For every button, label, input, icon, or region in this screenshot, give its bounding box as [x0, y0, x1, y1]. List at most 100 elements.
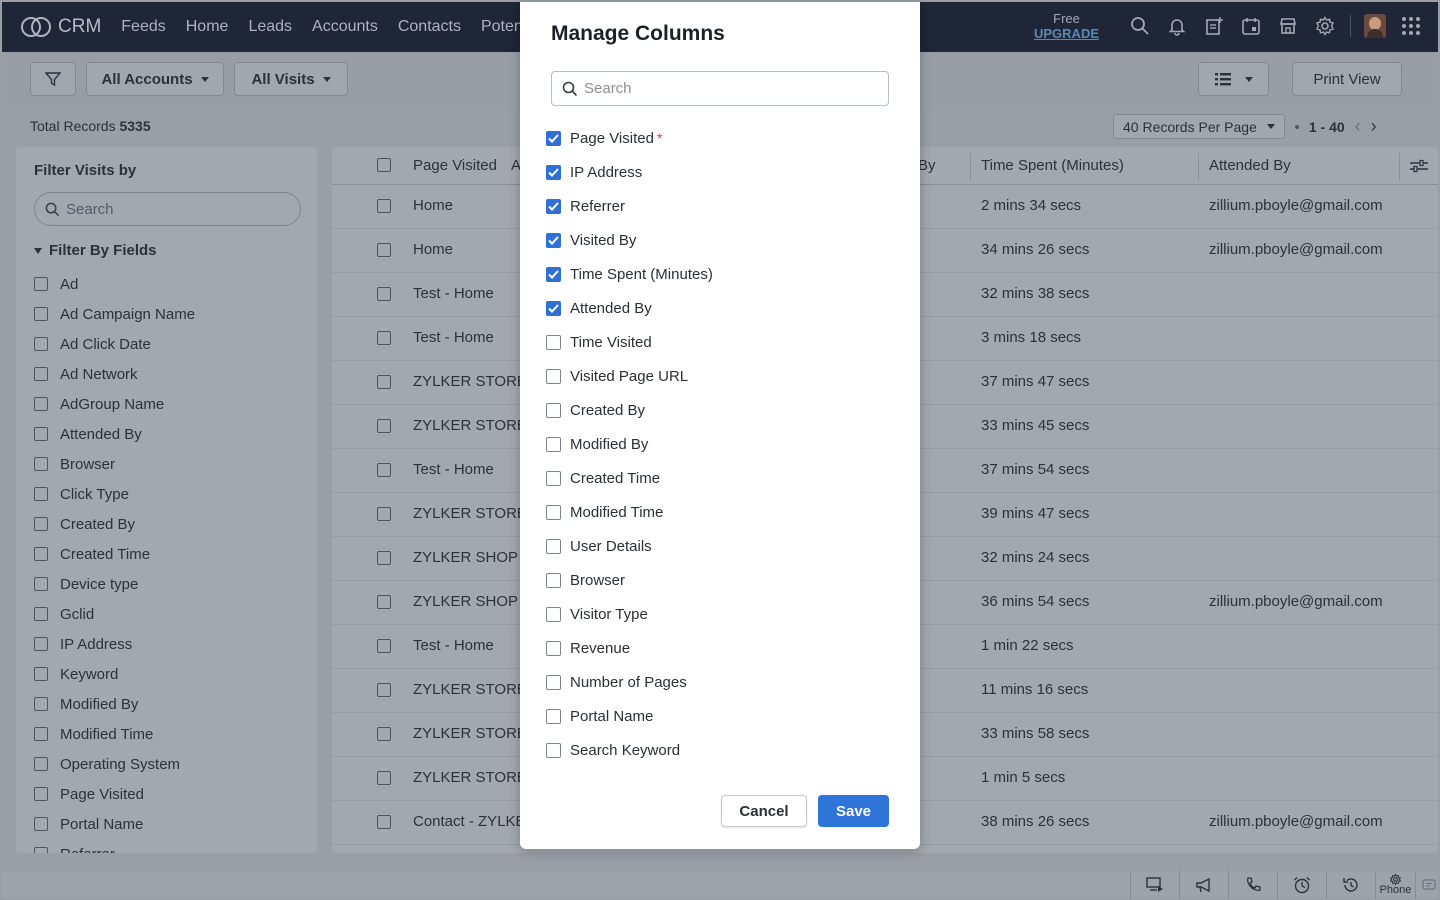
filter-field-ad[interactable]: Ad — [34, 269, 195, 299]
column-search-input[interactable] — [584, 80, 874, 97]
unchecked-checkbox[interactable] — [546, 436, 561, 452]
filter-by-fields-toggle[interactable]: Filter By Fields — [34, 242, 157, 259]
filter-field-operating-system[interactable]: Operating System — [34, 749, 195, 779]
bell-icon[interactable] — [1165, 14, 1189, 38]
column-search-field[interactable] — [551, 71, 889, 106]
row-checkbox[interactable] — [377, 331, 391, 345]
column-option-page-visited[interactable]: Page Visited * — [546, 121, 713, 155]
filter-field-click-type[interactable]: Click Type — [34, 479, 195, 509]
cell-page-visited[interactable]: ZYLKER SHOP - — [413, 593, 527, 610]
cell-page-visited[interactable]: Test - Home — [413, 329, 494, 346]
row-checkbox[interactable] — [377, 815, 391, 829]
filter-field-checkbox[interactable] — [34, 787, 48, 801]
filter-toggle-button[interactable] — [30, 62, 76, 96]
filter-field-checkbox[interactable] — [34, 277, 48, 291]
filter-field-referrer[interactable]: Referrer — [34, 839, 195, 853]
column-option-revenue[interactable]: Revenue — [546, 631, 713, 665]
filter-field-checkbox[interactable] — [34, 757, 48, 771]
row-checkbox[interactable] — [377, 507, 391, 521]
filter-field-checkbox[interactable] — [34, 307, 48, 321]
column-option-referrer[interactable]: Referrer — [546, 189, 713, 223]
column-option-attended-by[interactable]: Attended By — [546, 291, 713, 325]
column-option-modified-by[interactable]: Modified By — [546, 427, 713, 461]
filter-field-portal-name[interactable]: Portal Name — [34, 809, 195, 839]
column-option-visitor-type[interactable]: Visitor Type — [546, 597, 713, 631]
filter-field-checkbox[interactable] — [34, 337, 48, 351]
filter-field-gclid[interactable]: Gclid — [34, 599, 195, 629]
checked-checkbox[interactable] — [546, 300, 561, 316]
filter-field-checkbox[interactable] — [34, 697, 48, 711]
avatar[interactable] — [1364, 14, 1386, 38]
crm-logo[interactable]: CRM — [20, 16, 101, 38]
nav-link-accounts[interactable]: Accounts — [312, 18, 378, 36]
unchecked-checkbox[interactable] — [546, 640, 561, 656]
filter-field-device-type[interactable]: Device type — [34, 569, 195, 599]
filter-field-page-visited[interactable]: Page Visited — [34, 779, 195, 809]
column-option-created-by[interactable]: Created By — [546, 393, 713, 427]
column-option-modified-time[interactable]: Modified Time — [546, 495, 713, 529]
filter-field-checkbox[interactable] — [34, 847, 48, 853]
cell-page-visited[interactable]: ZYLKER STORE — [413, 505, 527, 522]
records-per-page-dropdown[interactable]: 40 Records Per Page — [1113, 114, 1285, 139]
chat-icon[interactable] — [1415, 871, 1440, 898]
column-option-visited-page-url[interactable]: Visited Page URL — [546, 359, 713, 393]
cell-page-visited[interactable]: Test - Home — [413, 637, 494, 654]
checked-checkbox[interactable] — [546, 130, 561, 146]
cell-page-visited[interactable]: ZYLKER STORE — [413, 417, 527, 434]
header-page-visited[interactable]: Page Visited — [413, 157, 497, 174]
column-option-visited-by[interactable]: Visited By — [546, 223, 713, 257]
checked-checkbox[interactable] — [546, 198, 561, 214]
unchecked-checkbox[interactable] — [546, 368, 561, 384]
filter-field-checkbox[interactable] — [34, 367, 48, 381]
filter-field-checkbox[interactable] — [34, 607, 48, 621]
checked-checkbox[interactable] — [546, 232, 561, 248]
nav-link-feeds[interactable]: Feeds — [121, 18, 165, 36]
cell-page-visited[interactable]: Test - Home — [413, 285, 494, 302]
row-checkbox[interactable] — [377, 771, 391, 785]
filter-field-checkbox[interactable] — [34, 517, 48, 531]
unchecked-checkbox[interactable] — [546, 572, 561, 588]
filter-search-input[interactable]: Search — [34, 192, 301, 226]
alarm-icon[interactable] — [1277, 871, 1326, 898]
select-all-checkbox[interactable] — [377, 158, 391, 172]
screen-share-icon[interactable] — [1130, 871, 1179, 898]
filter-field-ad-network[interactable]: Ad Network — [34, 359, 195, 389]
row-checkbox[interactable] — [377, 551, 391, 565]
visits-filter-dropdown[interactable]: All Visits — [234, 62, 348, 96]
cell-page-visited[interactable]: ZYLKER STORE — [413, 769, 527, 786]
checked-checkbox[interactable] — [546, 164, 561, 180]
row-checkbox[interactable] — [377, 463, 391, 477]
apps-grid-icon[interactable] — [1399, 14, 1423, 38]
cell-page-visited[interactable]: ZYLKER STORE — [413, 373, 527, 390]
filter-field-browser[interactable]: Browser — [34, 449, 195, 479]
cell-page-visited[interactable]: Home — [413, 197, 453, 214]
marketplace-icon[interactable] — [1276, 14, 1300, 38]
cell-page-visited[interactable]: ZYLKER SHOP - — [413, 549, 527, 566]
filter-field-keyword[interactable]: Keyword — [34, 659, 195, 689]
row-checkbox[interactable] — [377, 243, 391, 257]
cancel-button[interactable]: Cancel — [721, 795, 807, 827]
column-option-created-time[interactable]: Created Time — [546, 461, 713, 495]
megaphone-icon[interactable] — [1179, 871, 1228, 898]
cell-page-visited[interactable]: ZYLKER STORE — [413, 725, 527, 742]
row-checkbox[interactable] — [377, 595, 391, 609]
row-checkbox[interactable] — [377, 727, 391, 741]
filter-field-modified-by[interactable]: Modified By — [34, 689, 195, 719]
history-icon[interactable] — [1326, 871, 1375, 898]
nav-link-home[interactable]: Home — [186, 18, 229, 36]
filter-field-ad-campaign-name[interactable]: Ad Campaign Name — [34, 299, 195, 329]
header-visited-by[interactable]: By — [918, 157, 936, 174]
filter-field-checkbox[interactable] — [34, 577, 48, 591]
column-option-user-details[interactable]: User Details — [546, 529, 713, 563]
column-option-time-spent-minutes[interactable]: Time Spent (Minutes) — [546, 257, 713, 291]
call-icon[interactable] — [1228, 871, 1277, 898]
unchecked-checkbox[interactable] — [546, 402, 561, 418]
cell-page-visited[interactable]: Contact - ZYLKE — [413, 813, 526, 830]
filter-field-checkbox[interactable] — [34, 817, 48, 831]
row-checkbox[interactable] — [377, 419, 391, 433]
unchecked-checkbox[interactable] — [546, 538, 561, 554]
column-option-time-visited[interactable]: Time Visited — [546, 325, 713, 359]
unchecked-checkbox[interactable] — [546, 470, 561, 486]
accounts-filter-dropdown[interactable]: All Accounts — [86, 62, 224, 96]
filter-field-modified-time[interactable]: Modified Time — [34, 719, 195, 749]
